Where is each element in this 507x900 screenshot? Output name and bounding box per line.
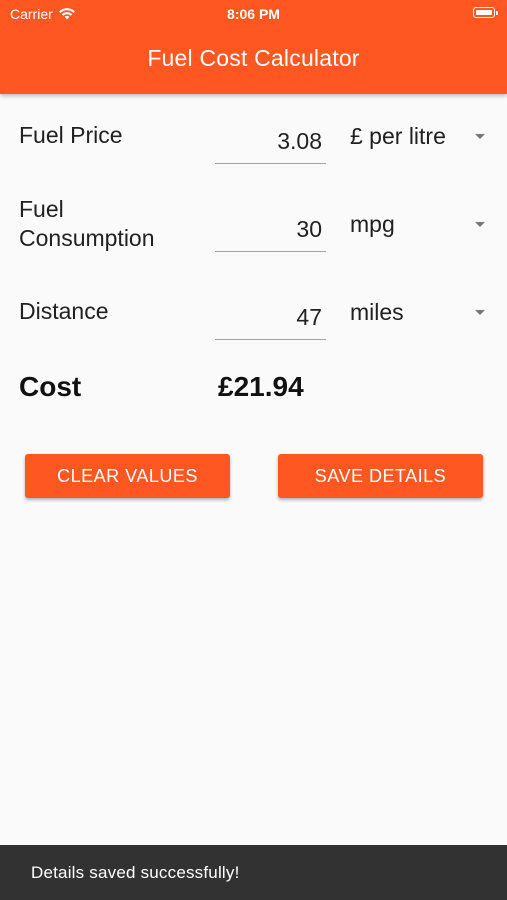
fuel-consumption-label-line1: Fuel — [19, 196, 64, 222]
dropdown-arrow-icon — [475, 133, 485, 139]
status-bar: Carrier 8:06 PM — [0, 0, 507, 28]
cost-label: Cost — [19, 371, 82, 402]
distance-unit-dropdown[interactable]: miles — [350, 297, 490, 327]
fuel-price-input[interactable] — [215, 120, 326, 162]
fuel-consumption-unit-value: mpg — [350, 210, 395, 237]
snackbar-message: Details saved successfully! — [31, 863, 240, 882]
distance-input[interactable] — [215, 296, 326, 338]
fuel-price-label: Fuel Price — [19, 122, 123, 148]
fuel-consumption-input[interactable] — [215, 208, 326, 250]
fuel-consumption-field — [215, 208, 326, 252]
distance-label: Distance — [19, 298, 109, 324]
fuel-price-unit-dropdown[interactable]: £ per litre — [350, 121, 490, 151]
fuel-consumption-label: Fuel Consumption — [19, 195, 155, 253]
save-details-button[interactable]: SAVE DETAILS — [278, 454, 483, 498]
page-title: Fuel Cost Calculator — [147, 45, 360, 71]
battery-icon — [473, 7, 498, 18]
distance-field — [215, 296, 326, 340]
cost-value: £21.94 — [218, 371, 304, 402]
snackbar: Details saved successfully! — [0, 845, 507, 900]
app-bar: Carrier 8:06 PM Fuel Cost Calculator — [0, 0, 507, 94]
fuel-consumption-unit-dropdown[interactable]: mpg — [350, 209, 490, 239]
status-time: 8:06 PM — [227, 6, 280, 22]
dropdown-arrow-icon — [475, 221, 485, 227]
fuel-price-field — [215, 120, 326, 164]
dropdown-arrow-icon — [475, 309, 485, 315]
clear-values-button[interactable]: CLEAR VALUES — [25, 454, 230, 498]
fuel-price-unit-value: £ per litre — [350, 122, 446, 149]
fuel-consumption-label-line2: Consumption — [19, 225, 155, 251]
distance-unit-value: miles — [350, 298, 404, 325]
